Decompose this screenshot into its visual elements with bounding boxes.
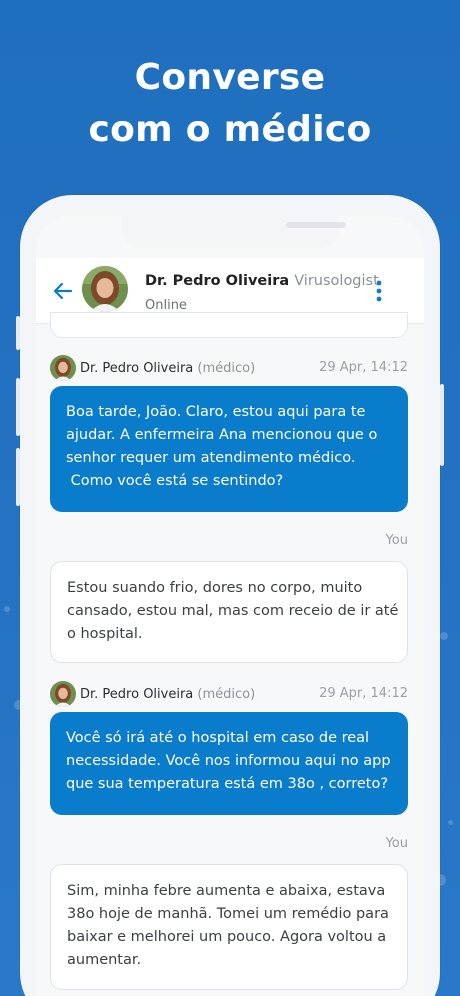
- speaker-grille: [286, 222, 346, 228]
- message-line: Você só irá até o hospital em caso de re…: [66, 730, 370, 746]
- doctor-portrait: [82, 266, 128, 312]
- sender-name: Dr. Pedro Oliveira (médico): [80, 687, 255, 702]
- message-timestamp: 29 Apr, 14:12: [319, 686, 408, 701]
- message-line: ajudar. A enfermeira Ana mencionou que o: [66, 427, 378, 443]
- message-line: aumentar.: [67, 952, 142, 968]
- you-label: You: [385, 533, 408, 548]
- message-line: Estou suando frio, dores no corpo, muito: [67, 580, 363, 596]
- user-message-bubble[interactable]: Sim, minha febre aumenta e abaixa, estav…: [50, 864, 408, 990]
- message-sender-row: Dr. Pedro Oliveira (médico) 29 Apr, 14:1…: [50, 355, 408, 383]
- message-list[interactable]: Dr. Pedro Oliveira (médico) 29 Apr, 14:1…: [36, 312, 424, 996]
- headline-line-1: Converse: [134, 57, 326, 98]
- message-line: que sua temperatura está em 38o , corret…: [66, 776, 389, 792]
- bg-dot: [4, 606, 10, 612]
- user-message-bubble[interactable]: Estou suando frio, dores no corpo, muito…: [50, 561, 408, 663]
- phone-notch: [122, 216, 346, 248]
- sender-name: Dr. Pedro Oliveira (médico): [80, 361, 255, 376]
- message-line: cansado, estou mal, mas com receio de ir…: [67, 603, 399, 619]
- sender-name-text: Dr. Pedro Oliveira: [80, 687, 194, 702]
- message-line: baixar e melhorei um pouco. Agora voltou…: [67, 929, 387, 945]
- arrow-left-icon[interactable]: [52, 280, 74, 302]
- message-line: o hospital.: [67, 626, 143, 642]
- message-line: 38o hoje de manhã. Tomei um remédio para: [67, 906, 389, 922]
- previous-message-fragment: [50, 312, 408, 338]
- bg-dot: [448, 820, 453, 825]
- message-sender-row: Dr. Pedro Oliveira (médico) 29 Apr, 14:1…: [50, 681, 408, 709]
- doctor-message-bubble[interactable]: Você só irá até o hospital em caso de re…: [50, 712, 408, 815]
- doctor-portrait: [50, 355, 76, 381]
- doctor-name-heading: Dr. Pedro Oliveira Virusologist: [145, 273, 379, 289]
- more-vertical-icon[interactable]: [376, 280, 382, 302]
- phone-side-button: [440, 384, 444, 466]
- online-status: Online: [145, 298, 187, 313]
- phone-side-button: [16, 316, 20, 350]
- message-line: senhor requer um atendimento médico.: [66, 450, 356, 466]
- message-timestamp: 29 Apr, 14:12: [319, 360, 408, 375]
- sender-avatar: [50, 681, 76, 707]
- sender-role: (médico): [197, 361, 256, 376]
- doctor-avatar[interactable]: [82, 266, 128, 312]
- message-line: Como você está se sentindo?: [66, 473, 284, 489]
- promo-headline: Converse com o médico: [0, 52, 460, 156]
- sender-role: (médico): [197, 687, 256, 702]
- phone-side-button: [16, 448, 20, 506]
- doctor-portrait: [50, 681, 76, 707]
- doctor-name: Dr. Pedro Oliveira: [145, 273, 290, 289]
- doctor-message-bubble[interactable]: Boa tarde, João. Claro, estou aqui para …: [50, 386, 408, 512]
- sender-name-text: Dr. Pedro Oliveira: [80, 361, 194, 376]
- message-line: Boa tarde, João. Claro, estou aqui para …: [66, 404, 366, 420]
- phone-screen: Dr. Pedro Oliveira Virusologist Online D…: [36, 216, 424, 996]
- doctor-specialty: Virusologist: [294, 273, 379, 289]
- headline-line-2: com o médico: [88, 109, 372, 150]
- phone-side-button: [16, 378, 20, 436]
- message-line: Sim, minha febre aumenta e abaixa, estav…: [67, 883, 386, 899]
- sender-avatar: [50, 355, 76, 381]
- you-label: You: [385, 836, 408, 851]
- message-line: necessidade. Você nos informou aqui no a…: [66, 753, 391, 769]
- bg-dot: [440, 632, 448, 640]
